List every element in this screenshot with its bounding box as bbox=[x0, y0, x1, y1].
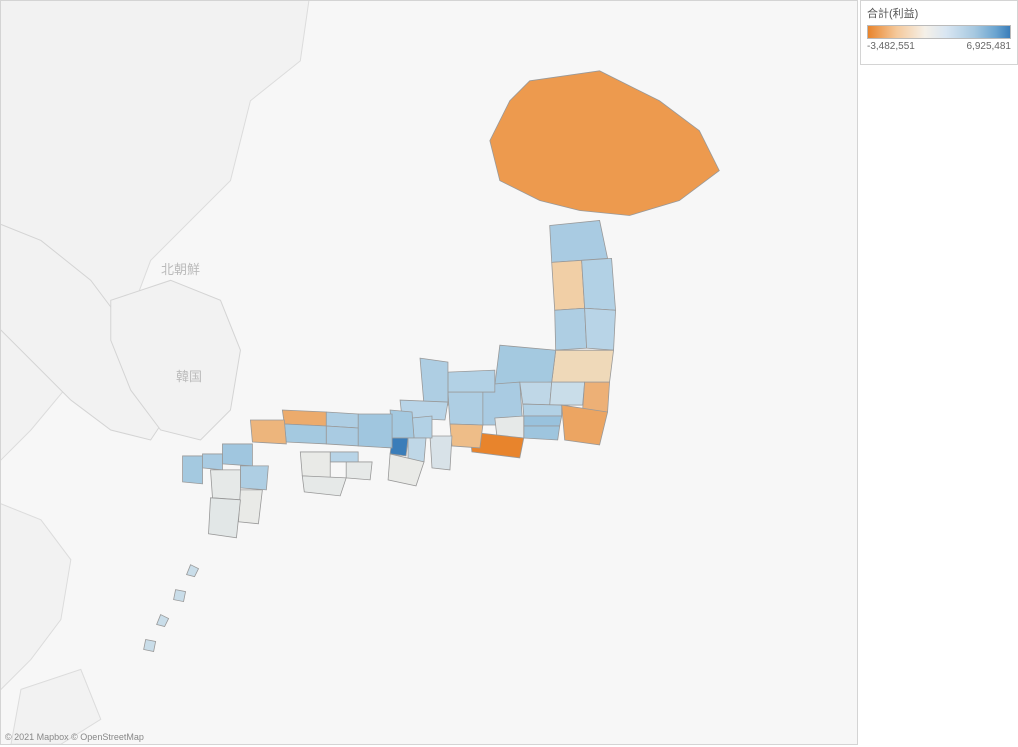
region-kyoto[interactable] bbox=[390, 410, 414, 438]
region-ishikawa[interactable] bbox=[420, 358, 448, 405]
region-hiroshima[interactable] bbox=[284, 424, 326, 444]
region-kagawa[interactable] bbox=[330, 452, 358, 462]
color-legend[interactable]: 合計(利益) -3,482,551 6,925,481 bbox=[860, 0, 1018, 65]
legend-min-label: -3,482,551 bbox=[867, 41, 915, 52]
region-yamagata[interactable] bbox=[555, 308, 587, 350]
legend-gradient-bar bbox=[867, 25, 1011, 39]
label-north-korea: 北朝鮮 bbox=[161, 259, 200, 278]
region-kumamoto[interactable] bbox=[211, 470, 241, 500]
map-attribution: © 2021 Mapbox © OpenStreetMap bbox=[5, 732, 144, 742]
region-kagoshima[interactable] bbox=[209, 498, 241, 538]
region-toyama[interactable] bbox=[448, 370, 495, 392]
region-iwate[interactable] bbox=[582, 258, 616, 310]
region-saga[interactable] bbox=[203, 454, 223, 470]
region-tochigi[interactable] bbox=[550, 382, 585, 405]
region-akita[interactable] bbox=[552, 260, 585, 310]
legend-range-labels: -3,482,551 6,925,481 bbox=[867, 41, 1011, 52]
background-land bbox=[1, 1, 310, 744]
legend-max-label: 6,925,481 bbox=[967, 41, 1012, 52]
region-tokushima[interactable] bbox=[346, 462, 372, 480]
region-aichi[interactable] bbox=[450, 424, 483, 448]
region-fukushima[interactable] bbox=[552, 350, 614, 382]
region-chiba[interactable] bbox=[562, 405, 608, 445]
region-shimane[interactable] bbox=[282, 410, 326, 426]
region-tottori[interactable] bbox=[326, 412, 358, 428]
region-saitama[interactable] bbox=[523, 404, 562, 416]
region-okayama[interactable] bbox=[326, 426, 358, 446]
region-miyagi[interactable] bbox=[585, 308, 616, 350]
region-fukuoka[interactable] bbox=[222, 444, 252, 466]
region-mie[interactable] bbox=[430, 436, 452, 470]
region-gifu[interactable] bbox=[448, 390, 483, 425]
region-aomori[interactable] bbox=[550, 220, 608, 262]
region-yamanashi[interactable] bbox=[495, 416, 524, 438]
label-south-korea: 韓国 bbox=[176, 366, 202, 385]
region-yamaguchi[interactable] bbox=[250, 420, 286, 444]
region-tokyo[interactable] bbox=[524, 416, 562, 426]
japan-choropleth-map[interactable] bbox=[1, 1, 857, 744]
region-niigata[interactable] bbox=[495, 345, 556, 385]
region-okinawa[interactable] bbox=[144, 565, 199, 652]
region-gunma[interactable] bbox=[520, 382, 552, 405]
region-kochi[interactable] bbox=[302, 476, 346, 496]
region-hokkaido[interactable] bbox=[490, 71, 719, 216]
region-ehime[interactable] bbox=[300, 452, 330, 478]
legend-title: 合計(利益) bbox=[867, 5, 1011, 21]
region-kanagawa[interactable] bbox=[524, 426, 560, 440]
region-shiga[interactable] bbox=[412, 416, 432, 438]
region-nagasaki[interactable] bbox=[183, 456, 203, 484]
region-oita[interactable] bbox=[240, 466, 268, 490]
region-osaka[interactable] bbox=[390, 438, 408, 456]
region-hyogo[interactable] bbox=[358, 414, 392, 448]
map-viewport[interactable]: 北朝鮮 韓国 © 2021 Mapbox © OpenStreetMap bbox=[0, 0, 858, 745]
region-nara[interactable] bbox=[408, 438, 426, 462]
region-ibaraki[interactable] bbox=[583, 382, 610, 412]
region-miyazaki[interactable] bbox=[238, 490, 262, 524]
